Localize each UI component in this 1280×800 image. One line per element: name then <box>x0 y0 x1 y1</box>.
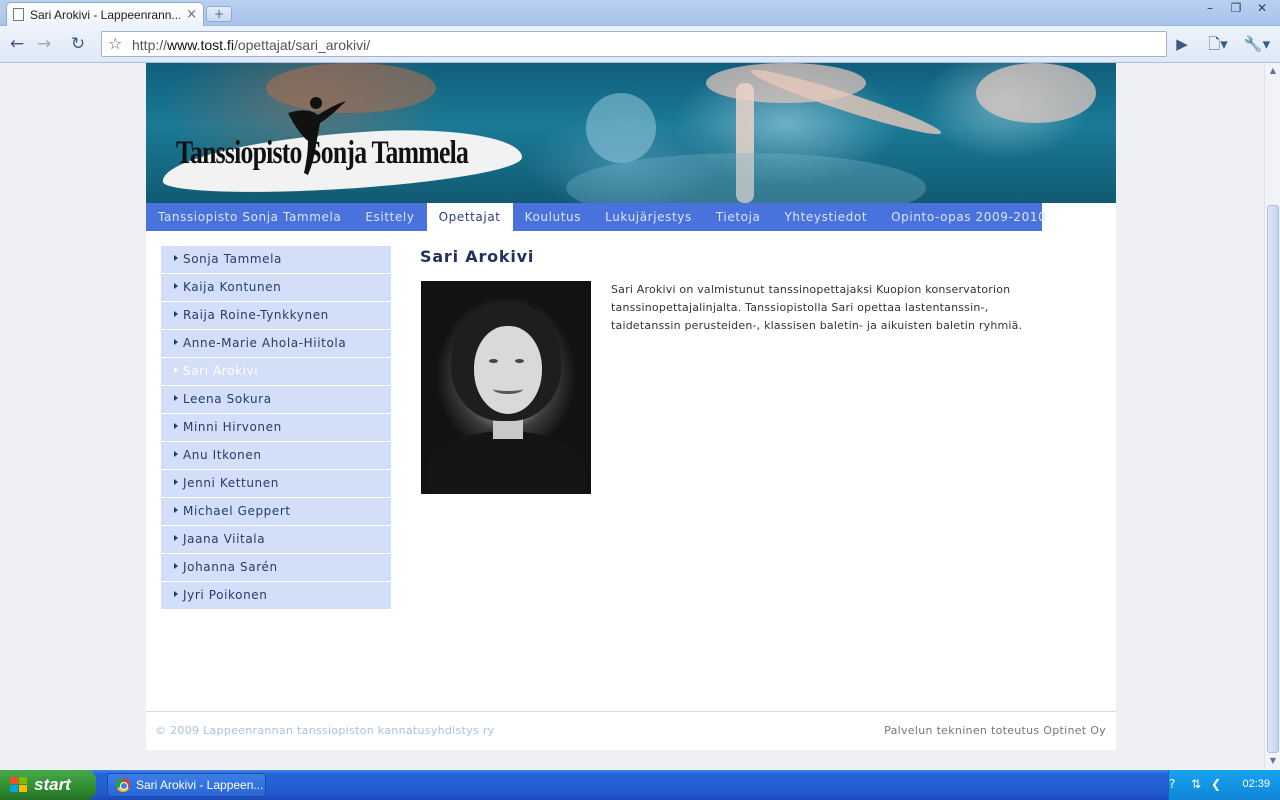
taskbar-chrome-window[interactable]: Sari Arokivi - Lappeen... <box>107 773 266 797</box>
new-tab-button[interactable]: + <box>206 6 232 22</box>
go-icon[interactable]: ▶ <box>1172 32 1192 56</box>
windows-logo-icon <box>10 777 28 793</box>
page-icon <box>13 8 24 21</box>
page-viewport: Tanssiopisto Sonja Tammela Tanssiopisto … <box>0 63 1264 770</box>
scroll-down-icon[interactable]: ▼ <box>1267 755 1279 767</box>
minimize-button[interactable]: – <box>1198 1 1222 17</box>
sidenav-item-jenni-kettunen[interactable]: Jenni Kettunen <box>161 470 391 498</box>
reload-icon[interactable]: ↻ <box>66 32 90 56</box>
tab-close-icon[interactable]: × <box>186 7 197 22</box>
sidenav-item-sonja-tammela[interactable]: Sonja Tammela <box>161 246 391 274</box>
teacher-bio: Sari Arokivi on valmistunut tanssinopett… <box>611 283 1023 332</box>
browser-tab[interactable]: Sari Arokivi - Lappeenrann... × <box>6 2 204 26</box>
teacher-photo <box>421 281 591 494</box>
wrench-menu-icon[interactable]: 🔧▾ <box>1241 32 1273 56</box>
help-icon[interactable]: ? <box>1169 777 1175 791</box>
address-bar[interactable]: ☆ http://www.tost.fi/opettajat/sari_arok… <box>101 31 1167 57</box>
sidenav-item-sari-arokivi[interactable]: Sari Arokivi <box>161 358 391 386</box>
scroll-up-icon[interactable]: ▲ <box>1267 65 1279 77</box>
sidenav-item-jaana-viitala[interactable]: Jaana Viitala <box>161 526 391 554</box>
window-controls: – ❐ ✕ <box>1198 1 1274 17</box>
start-label: start <box>34 775 71 794</box>
footer-credit[interactable]: Palvelun tekninen toteutus Optinet Oy <box>884 724 1106 737</box>
site-logo[interactable]: Tanssiopisto Sonja Tammela <box>176 135 469 172</box>
sidenav-item-minni-hirvonen[interactable]: Minni Hirvonen <box>161 414 391 442</box>
close-window-button[interactable]: ✕ <box>1250 1 1274 17</box>
scrollbar-thumb[interactable] <box>1267 205 1279 753</box>
main-menu: Tanssiopisto Sonja Tammela Esittely Opet… <box>146 203 1046 231</box>
sidenav-item-johanna-saren[interactable]: Johanna Sarén <box>161 554 391 582</box>
sidenav-item-kaija-kontunen[interactable]: Kaija Kontunen <box>161 274 391 302</box>
site-page: Tanssiopisto Sonja Tammela Tanssiopisto … <box>146 63 1116 750</box>
url-text[interactable]: http://www.tost.fi/opettajat/sari_arokiv… <box>132 37 370 53</box>
menu-item-opettajat[interactable]: Opettajat <box>426 203 513 231</box>
sidenav-item-leena-sokura[interactable]: Leena Sokura <box>161 386 391 414</box>
taskbar-window-label: Sari Arokivi - Lappeen... <box>136 778 264 792</box>
menu-item-esittely[interactable]: Esittely <box>353 203 426 231</box>
menu-item-tanssiopisto[interactable]: Tanssiopisto Sonja Tammela <box>146 203 353 231</box>
system-tray: ? ⇅ ❮ 02:39 <box>1168 770 1280 800</box>
clock: 02:39 <box>1242 778 1270 790</box>
chrome-icon <box>116 778 130 792</box>
sidenav-item-michael-geppert[interactable]: Michael Geppert <box>161 498 391 526</box>
restore-button[interactable]: ❐ <box>1224 1 1248 17</box>
sidenav-item-raija-roine-tynkkynen[interactable]: Raija Roine-Tynkkynen <box>161 302 391 330</box>
menu-item-koulutus[interactable]: Koulutus <box>513 203 594 231</box>
windows-taskbar: start Sari Arokivi - Lappeen... ? ⇅ ❮ 02… <box>0 770 1280 800</box>
menu-item-lukujarjestys[interactable]: Lukujärjestys <box>593 203 704 231</box>
sidenav-item-anne-marie-ahola-hiitola[interactable]: Anne-Marie Ahola-Hiitola <box>161 330 391 358</box>
browser-toolbar: ← → ↻ ☆ http://www.tost.fi/opettajat/sar… <box>0 26 1280 63</box>
page-title: Sari Arokivi <box>420 247 535 266</box>
sidenav-item-jyri-poikonen[interactable]: Jyri Poikonen <box>161 582 391 610</box>
footer-copyright: © 2009 Lappeenrannan tanssiopiston kanna… <box>155 724 495 737</box>
vertical-scrollbar[interactable]: ▲ ▼ <box>1264 63 1280 770</box>
main-menu-bar: Tanssiopisto Sonja Tammela Esittely Opet… <box>146 203 1116 231</box>
start-button[interactable]: start <box>0 770 96 800</box>
menu-item-opinto-opas[interactable]: Opinto-opas 2009-2010 <box>879 203 1058 231</box>
menu-item-tietoja[interactable]: Tietoja <box>704 203 773 231</box>
header-banner: Tanssiopisto Sonja Tammela <box>146 63 1116 203</box>
tray-expand-icon[interactable]: ❮ <box>1211 777 1221 791</box>
browser-titlebar: Sari Arokivi - Lappeenrann... × + – ❐ ✕ <box>0 0 1280 26</box>
bookmark-star-icon[interactable]: ☆ <box>108 34 122 53</box>
page-menu-icon[interactable]: 🗋▾ <box>1203 32 1233 56</box>
back-icon[interactable]: ← <box>5 32 29 56</box>
footer-divider <box>146 711 1116 712</box>
forward-icon[interactable]: → <box>32 32 56 56</box>
teacher-sidenav: Sonja Tammela Kaija Kontunen Raija Roine… <box>161 246 391 610</box>
menu-item-yhteystiedot[interactable]: Yhteystiedot <box>772 203 879 231</box>
tab-title: Sari Arokivi - Lappeenrann... <box>30 7 181 22</box>
network-icon[interactable]: ⇅ <box>1191 777 1201 791</box>
sidenav-item-anu-itkonen[interactable]: Anu Itkonen <box>161 442 391 470</box>
